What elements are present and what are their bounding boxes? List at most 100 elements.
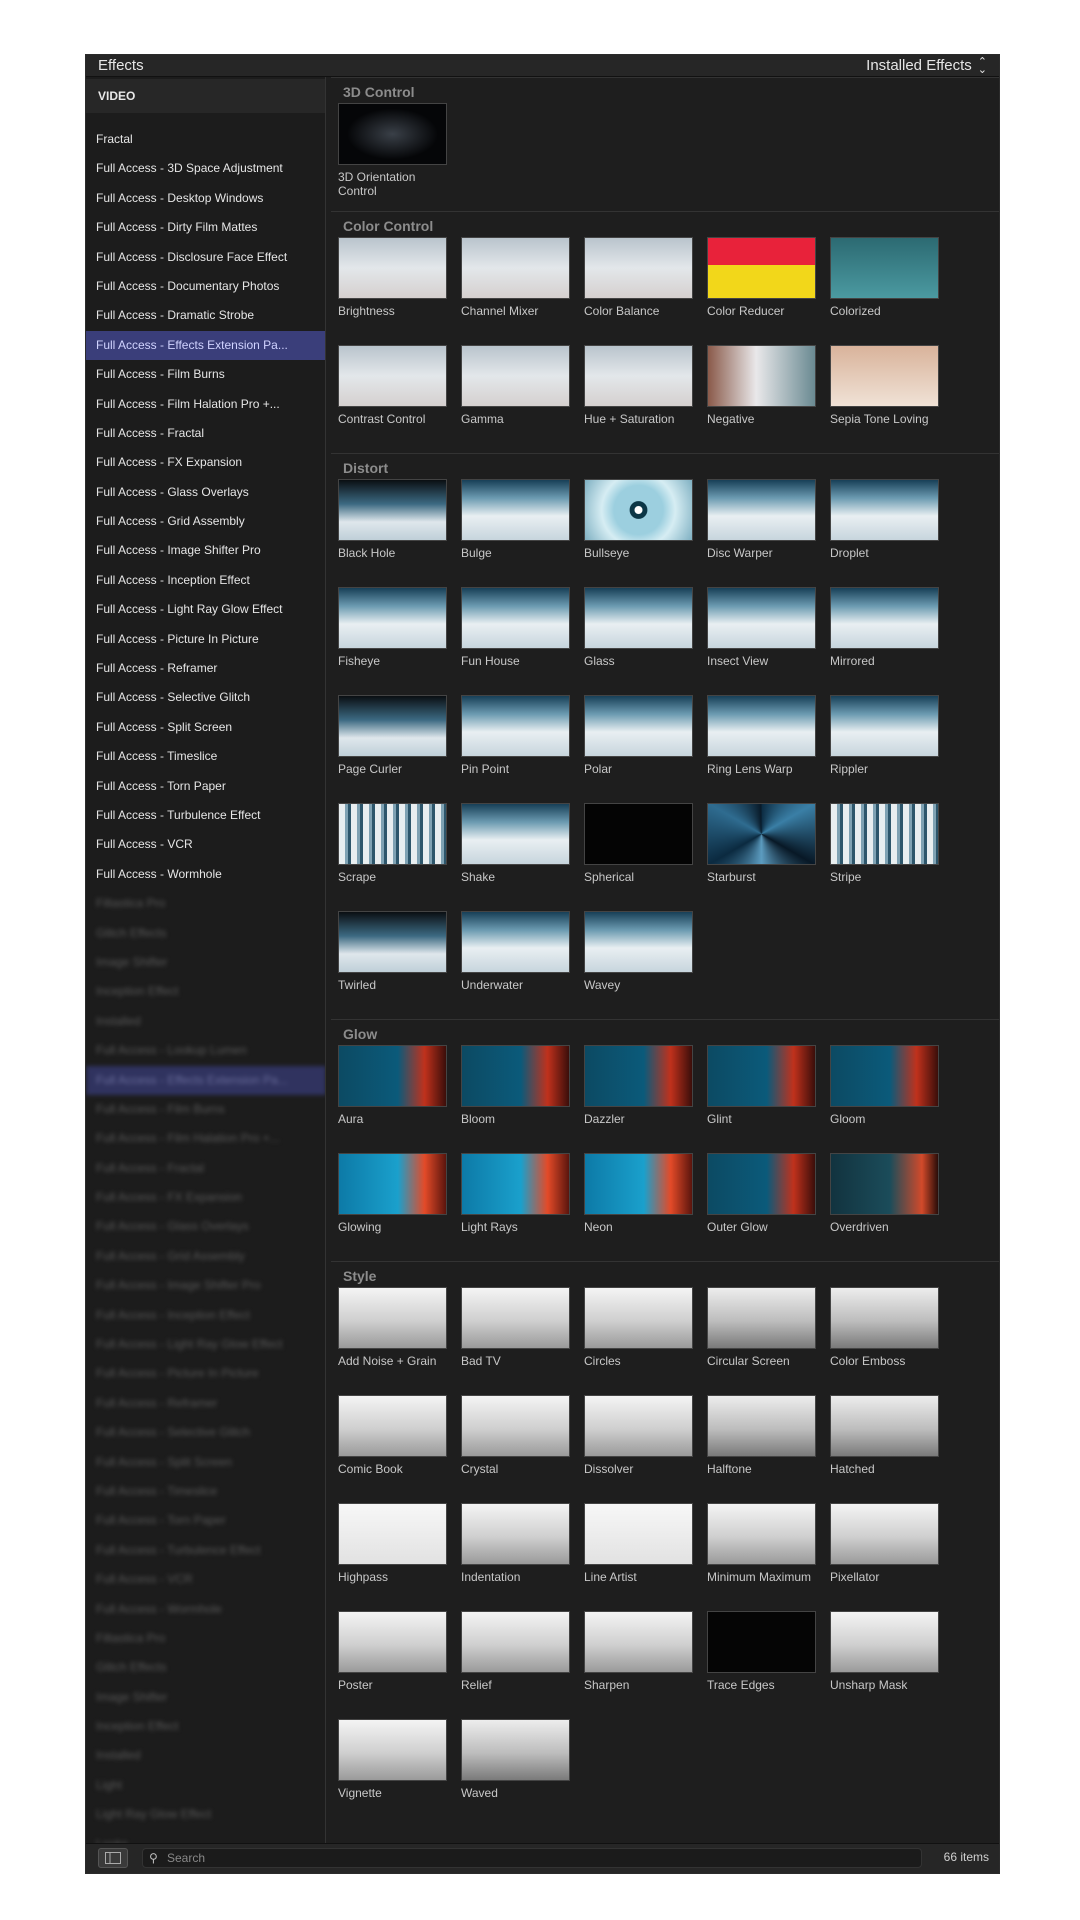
effect-tile[interactable]: Fisheye xyxy=(338,587,461,695)
effect-tile[interactable]: Droplet xyxy=(830,479,953,587)
sidebar-item[interactable]: Full Access - VCR xyxy=(86,1565,325,1594)
sidebar-item[interactable]: Full Access - Glass Overlays xyxy=(86,478,325,507)
sidebar-item[interactable]: Full Access - Reframer xyxy=(86,1389,325,1418)
sidebar-item[interactable]: Full Access - Split Screen xyxy=(86,713,325,742)
sidebar-item[interactable]: Glitch Effects xyxy=(86,919,325,948)
effect-tile[interactable]: Relief xyxy=(461,1611,584,1719)
sidebar-item[interactable]: Full Access - Film Burns xyxy=(86,1095,325,1124)
effect-tile[interactable]: Bloom xyxy=(461,1045,584,1153)
sidebar-item[interactable]: Full Access - Selective Glitch xyxy=(86,1418,325,1447)
sidebar-item[interactable]: Filtastica Pro xyxy=(86,889,325,918)
sidebar-item[interactable]: Light Ray Glow Effect xyxy=(86,1800,325,1829)
sidebar-item[interactable]: Full Access - Desktop Windows xyxy=(86,184,325,213)
sidebar-item[interactable]: Installed xyxy=(86,1007,325,1036)
sidebar-item[interactable]: Full Access - Inception Effect xyxy=(86,1301,325,1330)
sidebar-item[interactable]: Full Access - Turbulence Effect xyxy=(86,1536,325,1565)
effect-tile[interactable]: Negative xyxy=(707,345,830,453)
effect-tile[interactable]: Light Rays xyxy=(461,1153,584,1261)
effect-tile[interactable]: Underwater xyxy=(461,911,584,1019)
sidebar-item[interactable]: Full Access - Split Screen xyxy=(86,1448,325,1477)
search-input[interactable] xyxy=(167,1850,907,1866)
effect-tile[interactable]: Mirrored xyxy=(830,587,953,695)
sidebar-item[interactable]: Full Access - Grid Assembly xyxy=(86,1242,325,1271)
effect-tile[interactable]: Rippler xyxy=(830,695,953,803)
effect-tile[interactable]: Hue + Saturation xyxy=(584,345,707,453)
effect-tile[interactable]: Trace Edges xyxy=(707,1611,830,1719)
effect-tile[interactable]: Overdriven xyxy=(830,1153,953,1261)
effect-tile[interactable]: Crystal xyxy=(461,1395,584,1503)
sidebar-item[interactable]: Full Access - Torn Paper xyxy=(86,1506,325,1535)
effect-tile[interactable]: Bad TV xyxy=(461,1287,584,1395)
effect-tile[interactable]: Pin Point xyxy=(461,695,584,803)
effect-tile[interactable]: Indentation xyxy=(461,1503,584,1611)
effect-tile[interactable]: Colorized xyxy=(830,237,953,345)
sidebar-item[interactable]: Inception Effect xyxy=(86,977,325,1006)
effect-tile[interactable]: Color Reducer xyxy=(707,237,830,345)
effect-tile[interactable]: Sepia Tone Loving xyxy=(830,345,953,453)
sidebar-item[interactable]: Full Access - Film Halation Pro +... xyxy=(86,1124,325,1153)
sidebar-item[interactable]: Full Access - Dirty Film Mattes xyxy=(86,213,325,242)
effect-tile[interactable]: Starburst xyxy=(707,803,830,911)
effect-tile[interactable]: Glint xyxy=(707,1045,830,1153)
effect-tile[interactable]: Dissolver xyxy=(584,1395,707,1503)
effect-tile[interactable]: Shake xyxy=(461,803,584,911)
sidebar-item[interactable]: Full Access - Inception Effect xyxy=(86,566,325,595)
sidebar-item[interactable]: Full Access - Lookup Lumen xyxy=(86,1036,325,1065)
effect-tile[interactable]: Vignette xyxy=(338,1719,461,1827)
effect-tile[interactable]: Add Noise + Grain xyxy=(338,1287,461,1395)
effect-tile[interactable]: Disc Warper xyxy=(707,479,830,587)
effect-tile[interactable]: Scrape xyxy=(338,803,461,911)
effect-tile[interactable]: Unsharp Mask xyxy=(830,1611,953,1719)
sidebar-item[interactable]: Full Access - Documentary Photos xyxy=(86,272,325,301)
sidebar-item[interactable]: Full Access - 3D Space Adjustment xyxy=(86,154,325,183)
effect-tile[interactable]: Channel Mixer xyxy=(461,237,584,345)
sidebar-item[interactable]: Fractal xyxy=(86,125,325,154)
effect-tile[interactable]: Glass xyxy=(584,587,707,695)
effect-tile[interactable]: Pixellator xyxy=(830,1503,953,1611)
sidebar-item[interactable]: Installed xyxy=(86,1741,325,1770)
effect-tile[interactable]: Stripe xyxy=(830,803,953,911)
sidebar-item[interactable]: Full Access - Grid Assembly xyxy=(86,507,325,536)
sidebar-item[interactable]: Full Access - Picture In Picture xyxy=(86,625,325,654)
sidebar-item[interactable]: Full Access - Light Ray Glow Effect xyxy=(86,595,325,624)
effect-tile[interactable]: Circular Screen xyxy=(707,1287,830,1395)
sidebar-item[interactable]: Full Access - Wormhole xyxy=(86,1595,325,1624)
sidebar-item[interactable]: Full Access - Film Halation Pro +... xyxy=(86,390,325,419)
effect-tile[interactable]: Outer Glow xyxy=(707,1153,830,1261)
effect-tile[interactable]: Page Curler xyxy=(338,695,461,803)
effect-tile[interactable]: Bulge xyxy=(461,479,584,587)
sidebar-item[interactable]: Full Access - Turbulence Effect xyxy=(86,801,325,830)
sidebar-item[interactable]: Full Access - Wormhole xyxy=(86,860,325,889)
sidebar-item[interactable]: Full Access - Torn Paper xyxy=(86,772,325,801)
effect-tile[interactable]: Black Hole xyxy=(338,479,461,587)
sidebar-item[interactable]: Full Access - Fractal xyxy=(86,419,325,448)
sidebar-item[interactable]: Full Access - Glass Overlays xyxy=(86,1212,325,1241)
sidebar-item[interactable]: Inception Effect xyxy=(86,1712,325,1741)
effect-tile[interactable]: Glowing xyxy=(338,1153,461,1261)
sidebar-item[interactable]: Full Access - Film Burns xyxy=(86,360,325,389)
search-field[interactable]: ⚲ xyxy=(142,1848,922,1868)
sidebar-item[interactable]: Full Access - Disclosure Face Effect xyxy=(86,243,325,272)
sidebar-item[interactable]: Filtastica Pro xyxy=(86,1624,325,1653)
effect-tile[interactable]: Poster xyxy=(338,1611,461,1719)
sidebar-item[interactable]: Full Access - FX Expansion xyxy=(86,1183,325,1212)
effect-tile[interactable]: Circles xyxy=(584,1287,707,1395)
effect-tile[interactable]: Bullseye xyxy=(584,479,707,587)
source-selector[interactable]: Installed Effects ⌃ ⌄ xyxy=(866,57,987,76)
effect-tile[interactable]: Spherical xyxy=(584,803,707,911)
sidebar-item[interactable]: Image Shifter xyxy=(86,1683,325,1712)
effect-tile[interactable]: Insect View xyxy=(707,587,830,695)
effect-tile[interactable]: Contrast Control xyxy=(338,345,461,453)
effect-tile[interactable]: Comic Book xyxy=(338,1395,461,1503)
effect-tile[interactable]: Waved xyxy=(461,1719,584,1827)
sidebar-item[interactable]: Glitch Effects xyxy=(86,1653,325,1682)
sidebar-toggle-button[interactable] xyxy=(98,1848,128,1868)
effect-tile[interactable]: Halftone xyxy=(707,1395,830,1503)
effect-tile[interactable]: Neon xyxy=(584,1153,707,1261)
effect-tile[interactable]: Sharpen xyxy=(584,1611,707,1719)
sidebar-item[interactable]: Full Access - Fractal xyxy=(86,1154,325,1183)
sidebar-item[interactable]: Full Access - Light Ray Glow Effect xyxy=(86,1330,325,1359)
sidebar-item[interactable]: Full Access - Effects Extension Pa... xyxy=(86,330,325,361)
effect-tile[interactable]: Ring Lens Warp xyxy=(707,695,830,803)
sidebar-item[interactable]: Image Shifter xyxy=(86,948,325,977)
